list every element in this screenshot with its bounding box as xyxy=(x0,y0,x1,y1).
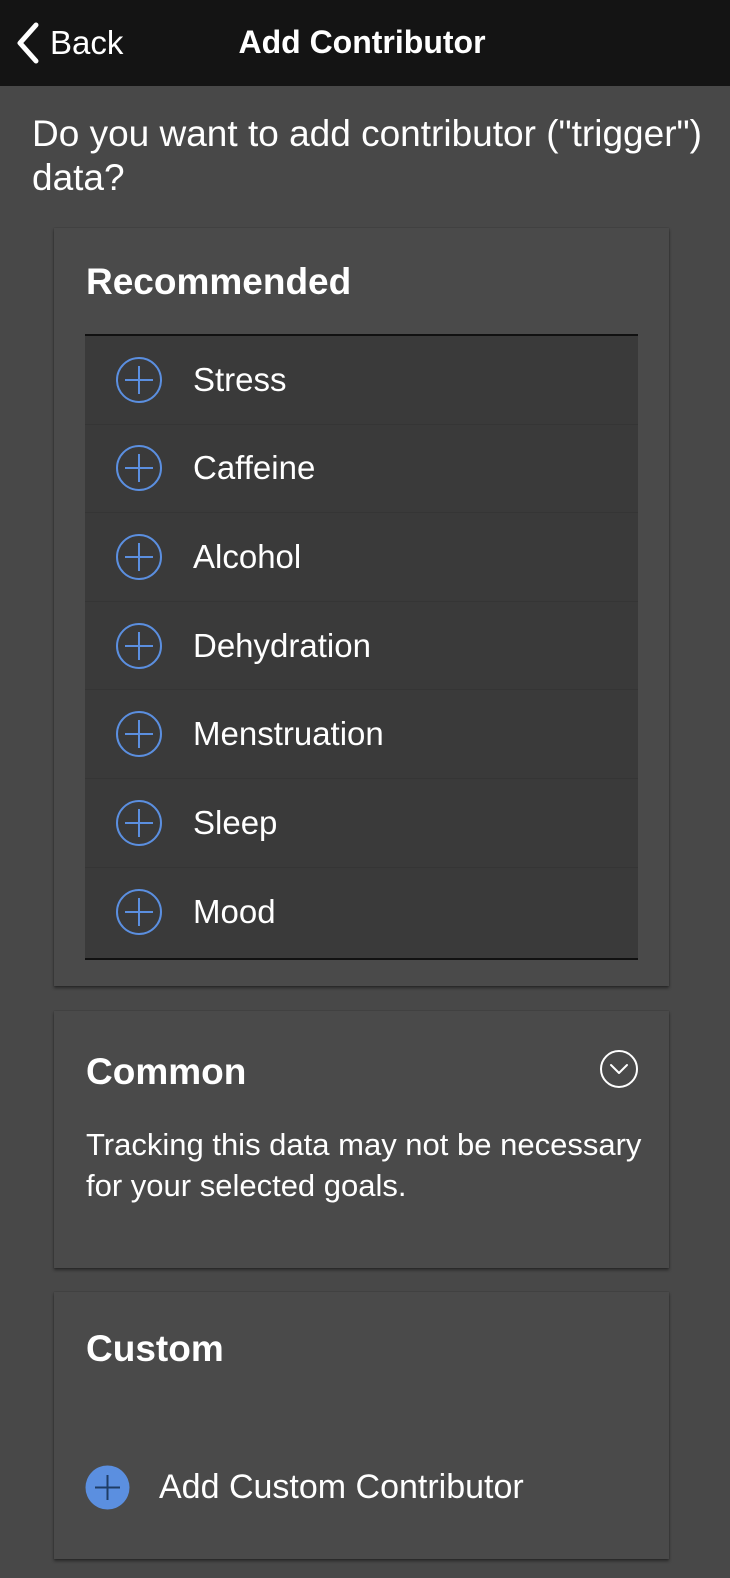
list-item-label: Alcohol xyxy=(193,537,302,575)
custom-card: Custom Add Custom Contributor xyxy=(54,1292,669,1559)
list-item-dehydration[interactable]: Dehydration xyxy=(85,602,638,691)
common-description: Tracking this data may not be necessary … xyxy=(86,1127,642,1203)
common-card: Common Tracking this data may not be nec… xyxy=(54,1011,669,1268)
plus-circle-icon[interactable] xyxy=(115,533,163,581)
list-item-label: Menstruation xyxy=(193,715,384,753)
nav-bar: Back Add Contributor xyxy=(0,0,730,86)
question-heading: Do you want to add contributor ("trigger… xyxy=(32,113,702,198)
list-item-alcohol[interactable]: Alcohol xyxy=(85,513,638,602)
page-title: Add Contributor xyxy=(0,24,730,61)
plus-circle-icon[interactable] xyxy=(115,888,163,936)
plus-circle-icon[interactable] xyxy=(115,799,163,847)
list-item-sleep[interactable]: Sleep xyxy=(85,779,638,868)
list-item-mood[interactable]: Mood xyxy=(85,868,638,957)
add-custom-contributor-button[interactable]: Add Custom Contributor xyxy=(84,1462,524,1512)
list-item-label: Sleep xyxy=(193,803,278,841)
plus-circle-icon[interactable] xyxy=(115,356,163,404)
plus-circle-icon[interactable] xyxy=(115,444,163,492)
recommended-list: Stress Caffeine Alcohol Dehydration Mens… xyxy=(85,334,638,960)
plus-circle-icon[interactable] xyxy=(115,710,163,758)
list-item-stress[interactable]: Stress xyxy=(85,336,638,425)
plus-circle-filled-icon xyxy=(85,1465,130,1509)
list-item-caffeine[interactable]: Caffeine xyxy=(85,425,638,514)
custom-title: Custom xyxy=(86,1328,224,1369)
plus-circle-icon[interactable] xyxy=(115,622,163,670)
common-title: Common xyxy=(86,1051,247,1092)
add-custom-contributor-label: Add Custom Contributor xyxy=(159,1467,524,1506)
list-item-label: Stress xyxy=(193,360,287,398)
recommended-card: Recommended Stress Caffeine Alcohol Dehy… xyxy=(54,228,669,986)
list-item-label: Caffeine xyxy=(193,449,316,487)
list-item-label: Mood xyxy=(193,892,276,930)
list-item-menstruation[interactable]: Menstruation xyxy=(85,690,638,779)
list-item-label: Dehydration xyxy=(193,626,371,664)
chevron-down-circle-icon[interactable] xyxy=(599,1049,639,1089)
recommended-title: Recommended xyxy=(86,261,352,302)
page-title-text: Add Contributor xyxy=(238,24,486,60)
